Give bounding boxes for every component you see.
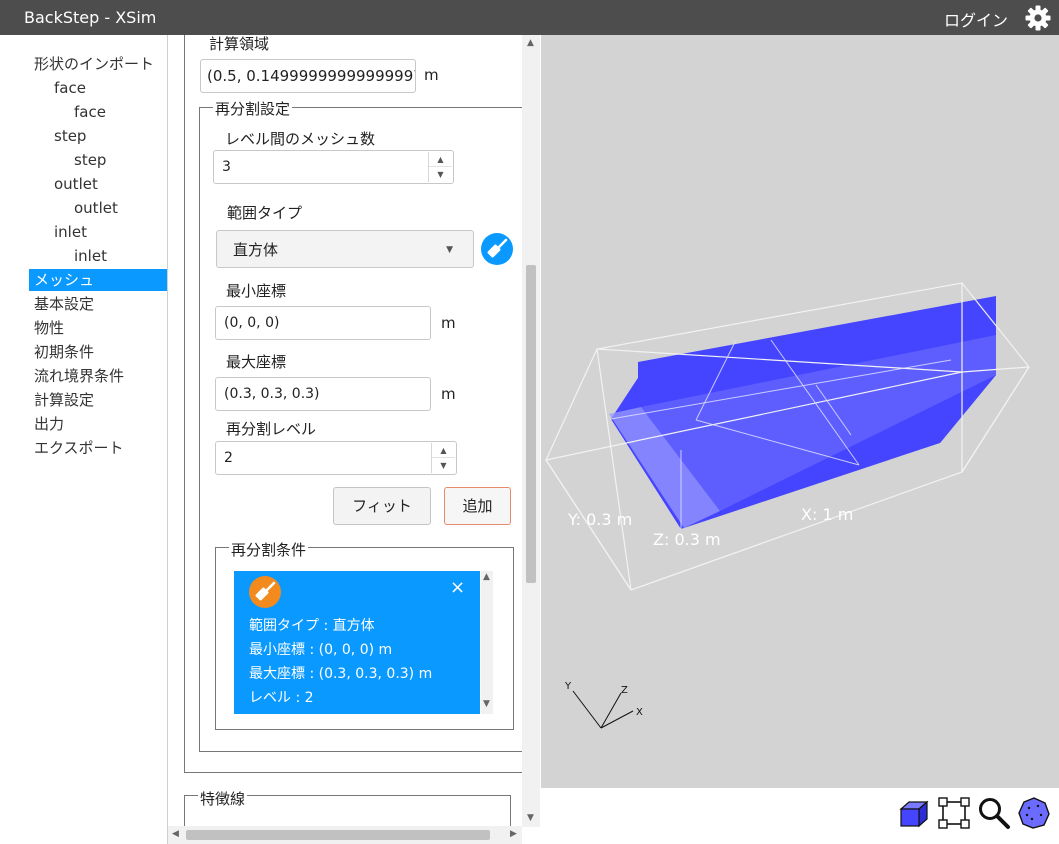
calc-domain-unit: m	[424, 66, 439, 84]
3d-scene: Y: 0.3 m Z: 0.3 m X: 1 m Y Z X	[545, 282, 1030, 729]
min-coord-input[interactable]: (0, 0, 0)	[215, 306, 431, 340]
y-dimension-label: Y: 0.3 m	[567, 510, 632, 529]
nav-basic-settings[interactable]: 基本設定	[34, 293, 94, 315]
scroll-up-icon[interactable]: ▲	[527, 38, 534, 48]
nav-output[interactable]: 出力	[34, 413, 64, 435]
nav-calc-settings[interactable]: 計算設定	[34, 389, 94, 411]
stepper-up-icon[interactable]: ▲	[429, 152, 452, 167]
z-dimension-label: Z: 0.3 m	[653, 530, 721, 549]
nav-flow-boundary[interactable]: 流れ境界条件	[34, 365, 124, 387]
axis-label-z: Z	[621, 685, 628, 696]
scroll-down-icon[interactable]: ▼	[527, 813, 534, 823]
mesh-view-icon[interactable]	[1017, 796, 1051, 830]
panel-horizontal-scrollbar[interactable]: ◀ ▶	[168, 826, 522, 844]
app-title: BackStep - XSim	[24, 8, 157, 27]
title-bar: BackStep - XSim ログイン	[0, 0, 1059, 35]
cells-between-levels-stepper: ▲ ▼	[428, 152, 452, 182]
close-icon[interactable]: ×	[450, 577, 465, 598]
solid-view-icon[interactable]	[897, 796, 931, 830]
zoom-icon[interactable]	[977, 796, 1011, 830]
nav-outlet-group[interactable]: outlet	[54, 173, 98, 195]
mesh-settings-panel: 計算領域 (0.5, 0.14999999999999997 m 再分割設定 レ…	[168, 35, 540, 844]
sidebar-nav: 形状のインポート face face step step outlet outl…	[0, 35, 168, 844]
nav-properties[interactable]: 物性	[34, 317, 64, 339]
max-coord-unit: m	[441, 385, 456, 403]
region-type-label: 範囲タイプ	[227, 204, 303, 222]
feature-lines-legend: 特徴線	[198, 788, 248, 809]
stepper-down-icon[interactable]: ▼	[429, 167, 452, 182]
stepper-up-icon[interactable]: ▲	[432, 443, 455, 458]
nav-face[interactable]: face	[74, 101, 106, 123]
refine-level-value: 2	[224, 450, 233, 466]
bounding-box-icon[interactable]	[937, 796, 971, 830]
condition-min-coord: 最小座標 : (0, 0, 0) m	[249, 642, 393, 658]
axis-label-x: X	[636, 707, 643, 718]
nav-face-group[interactable]: face	[54, 77, 86, 99]
refine-level-label: 再分割レベル	[226, 420, 317, 438]
3d-viewport[interactable]: Y: 0.3 m Z: 0.3 m X: 1 m Y Z X	[541, 35, 1059, 788]
refinement-conditions-legend: 再分割条件	[229, 539, 309, 560]
panel-outer-bottom	[184, 772, 524, 773]
scroll-up-icon[interactable]: ▲	[483, 572, 490, 582]
chevron-down-icon: ▼	[446, 245, 453, 255]
region-type-value: 直方体	[233, 241, 279, 259]
max-coord-input[interactable]: (0.3, 0.3, 0.3)	[215, 377, 431, 411]
nav-outlet[interactable]: outlet	[74, 197, 118, 219]
viewport-toolbar	[541, 788, 1059, 844]
condition-level: レベル : 2	[249, 690, 314, 706]
panel-vertical-scrollbar[interactable]: ▲ ▼	[522, 35, 540, 827]
stepper-down-icon[interactable]: ▼	[432, 458, 455, 473]
nav-shape-import[interactable]: 形状のインポート	[34, 53, 154, 75]
scrollbar-thumb[interactable]	[526, 265, 536, 583]
cells-between-levels-input[interactable]: 3 ▲ ▼	[213, 150, 454, 184]
condition-max-coord: 最大座標 : (0.3, 0.3, 0.3) m	[249, 666, 433, 682]
orientation-axes	[572, 690, 634, 729]
cells-between-levels-label: レベル間のメッシュ数	[225, 130, 376, 148]
max-coord-label: 最大座標	[226, 353, 287, 371]
min-coord-label: 最小座標	[226, 282, 287, 300]
refinement-settings-legend: 再分割設定	[213, 98, 293, 119]
x-dimension-label: X: 1 m	[801, 505, 853, 524]
nav-initial-conditions[interactable]: 初期条件	[34, 341, 94, 363]
condition-region-type: 範囲タイプ : 直方体	[249, 618, 375, 634]
paint-brush-icon	[249, 576, 281, 608]
scroll-right-icon[interactable]: ▶	[510, 829, 517, 839]
nav-inlet-group[interactable]: inlet	[54, 221, 87, 243]
conditions-scrollbar[interactable]: ▲ ▼	[481, 571, 493, 714]
settings-gear-icon[interactable]	[1024, 4, 1052, 32]
refine-level-input[interactable]: 2 ▲ ▼	[215, 441, 457, 475]
calc-domain-input[interactable]: (0.5, 0.14999999999999997	[200, 59, 416, 93]
scroll-left-icon[interactable]: ◀	[172, 829, 179, 839]
nav-mesh[interactable]: メッシュ	[29, 269, 167, 291]
scroll-down-icon[interactable]: ▼	[483, 699, 490, 709]
nav-export[interactable]: エクスポート	[34, 437, 124, 459]
refine-level-stepper: ▲ ▼	[431, 443, 455, 473]
fit-button[interactable]: フィット	[333, 487, 431, 525]
calc-domain-label: 計算領域	[209, 35, 270, 53]
refinement-condition-card[interactable]: × 範囲タイプ : 直方体 最小座標 : (0, 0, 0) m 最大座標 : …	[234, 571, 480, 714]
min-coord-unit: m	[441, 314, 456, 332]
panel-outer-border	[184, 35, 185, 773]
axis-label-y: Y	[564, 681, 572, 692]
region-type-select[interactable]: 直方体 ▼	[216, 230, 474, 268]
login-link[interactable]: ログイン	[944, 7, 1008, 31]
nav-step[interactable]: step	[74, 149, 106, 171]
scrollbar-thumb[interactable]	[186, 830, 490, 840]
cells-between-levels-value: 3	[222, 159, 231, 175]
paint-brush-icon[interactable]	[481, 233, 513, 265]
nav-step-group[interactable]: step	[54, 125, 86, 147]
add-button[interactable]: 追加	[444, 487, 511, 525]
nav-inlet[interactable]: inlet	[74, 245, 107, 267]
